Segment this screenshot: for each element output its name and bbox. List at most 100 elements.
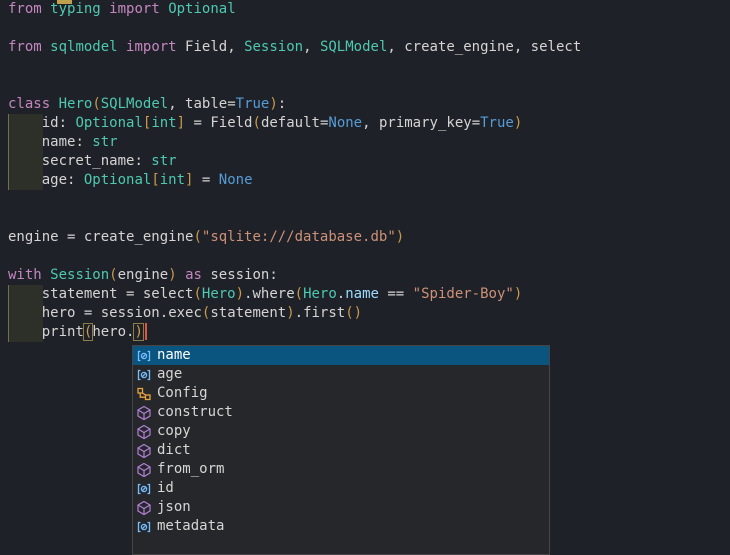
code-token: where [252, 286, 294, 302]
code-token: statement [42, 286, 118, 302]
suggestion-item[interactable]: age [133, 365, 549, 384]
suggestion-item[interactable]: construct [133, 403, 549, 422]
symbol-field-icon [136, 519, 152, 535]
code-line: secret_name: str [0, 152, 730, 171]
code-line [0, 57, 730, 76]
code-token: : [278, 96, 286, 112]
code-token: ) [286, 305, 294, 321]
code-token: from [8, 1, 42, 17]
code-token [50, 96, 58, 112]
code-token: ] [177, 115, 185, 131]
code-token: hero [92, 324, 126, 340]
autocomplete-popup: nameageConfigconstructcopydictfrom_ormid… [132, 345, 550, 555]
symbol-method-icon [136, 443, 152, 459]
code-token: engine [118, 267, 169, 283]
symbol-method-icon [136, 405, 152, 421]
code-token: ( [109, 267, 117, 283]
code-line [0, 76, 730, 95]
code-token: Optional [75, 115, 142, 131]
code-token: engine [8, 229, 59, 245]
code-token: secret_name [42, 153, 135, 169]
code-token: None [328, 115, 362, 131]
code-token: select [143, 286, 194, 302]
code-token: , [387, 39, 404, 55]
code-token: ) [396, 229, 404, 245]
code-token [118, 39, 126, 55]
code-line: name: str [0, 133, 730, 152]
code-token: name [42, 134, 76, 150]
code-area[interactable]: from typing import Optionalfrom sqlmodel… [0, 0, 730, 342]
symbol-method-icon [136, 462, 152, 478]
code-token: [ [151, 172, 159, 188]
code-line [0, 209, 730, 228]
code-line: id: Optional[int] = Field(default=None, … [0, 114, 730, 133]
suggestion-item[interactable]: id [133, 479, 549, 498]
code-token [8, 324, 42, 340]
code-token: : [75, 134, 92, 150]
code-token: , [362, 115, 379, 131]
code-token: "Spider-Boy" [413, 286, 514, 302]
suggestion-item[interactable]: metadata [133, 517, 549, 536]
code-line: from sqlmodel import Field, Session, SQL… [0, 38, 730, 57]
suggestion-label: name [157, 346, 191, 365]
code-token: primary_key [379, 115, 472, 131]
suggestion-item[interactable]: Config [133, 384, 549, 403]
code-token: sqlmodel [50, 39, 117, 55]
code-token: session [210, 267, 269, 283]
code-token: as [185, 267, 202, 283]
code-token: select [531, 39, 582, 55]
suggestion-label: age [157, 365, 182, 384]
code-token: : [269, 267, 277, 283]
code-token: True [236, 96, 270, 112]
code-token: age [42, 172, 67, 188]
text-cursor [145, 323, 147, 340]
suggestion-item[interactable]: from_orm [133, 460, 549, 479]
symbol-field-icon [136, 367, 152, 383]
code-token: exec [168, 305, 202, 321]
code-token: True [480, 115, 514, 131]
code-token: ) [168, 267, 176, 283]
code-token: : [67, 172, 84, 188]
code-token: int [151, 115, 176, 131]
code-token: ( [193, 286, 201, 302]
code-token: None [219, 172, 253, 188]
code-token [8, 286, 42, 302]
code-token [160, 1, 168, 17]
code-token: first [303, 305, 345, 321]
vscode-editor-screen: { "colors": { "editor_background": "#1e2… [0, 0, 730, 540]
code-line: age: Optional[int] = None [0, 171, 730, 190]
code-token: , [514, 39, 531, 55]
code-token: , [168, 96, 185, 112]
code-token: SQLModel [320, 39, 387, 55]
suggestion-item[interactable]: dict [133, 441, 549, 460]
code-token [42, 39, 50, 55]
code-token: Optional [168, 1, 235, 17]
code-token: Session [244, 39, 303, 55]
code-line: statement = select(Hero).where(Hero.name… [0, 285, 730, 304]
code-token: Session [50, 267, 109, 283]
code-line: with Session(engine) as session: [0, 266, 730, 285]
code-token: = [75, 305, 100, 321]
code-token: ( [92, 96, 100, 112]
suggestion-label: copy [157, 422, 191, 441]
code-token: = [185, 115, 210, 131]
code-token: import [109, 1, 160, 17]
code-token [101, 1, 109, 17]
code-token: . [295, 305, 303, 321]
suggestion-item[interactable]: name [133, 346, 549, 365]
code-token: statement [210, 305, 286, 321]
code-token: int [160, 172, 185, 188]
code-token: with [8, 267, 42, 283]
code-token: name [345, 286, 379, 302]
code-token: table [185, 96, 227, 112]
matched-bracket: ) [134, 324, 142, 340]
code-line: engine = create_engine("sqlite:///databa… [0, 228, 730, 247]
suggestion-item[interactable]: copy [133, 422, 549, 441]
code-token: = [193, 172, 218, 188]
code-token: = [59, 229, 84, 245]
code-line [0, 190, 730, 209]
code-token: = [472, 115, 480, 131]
code-token: Hero [59, 96, 93, 112]
suggestion-item[interactable]: json [133, 498, 549, 517]
code-token: default [261, 115, 320, 131]
